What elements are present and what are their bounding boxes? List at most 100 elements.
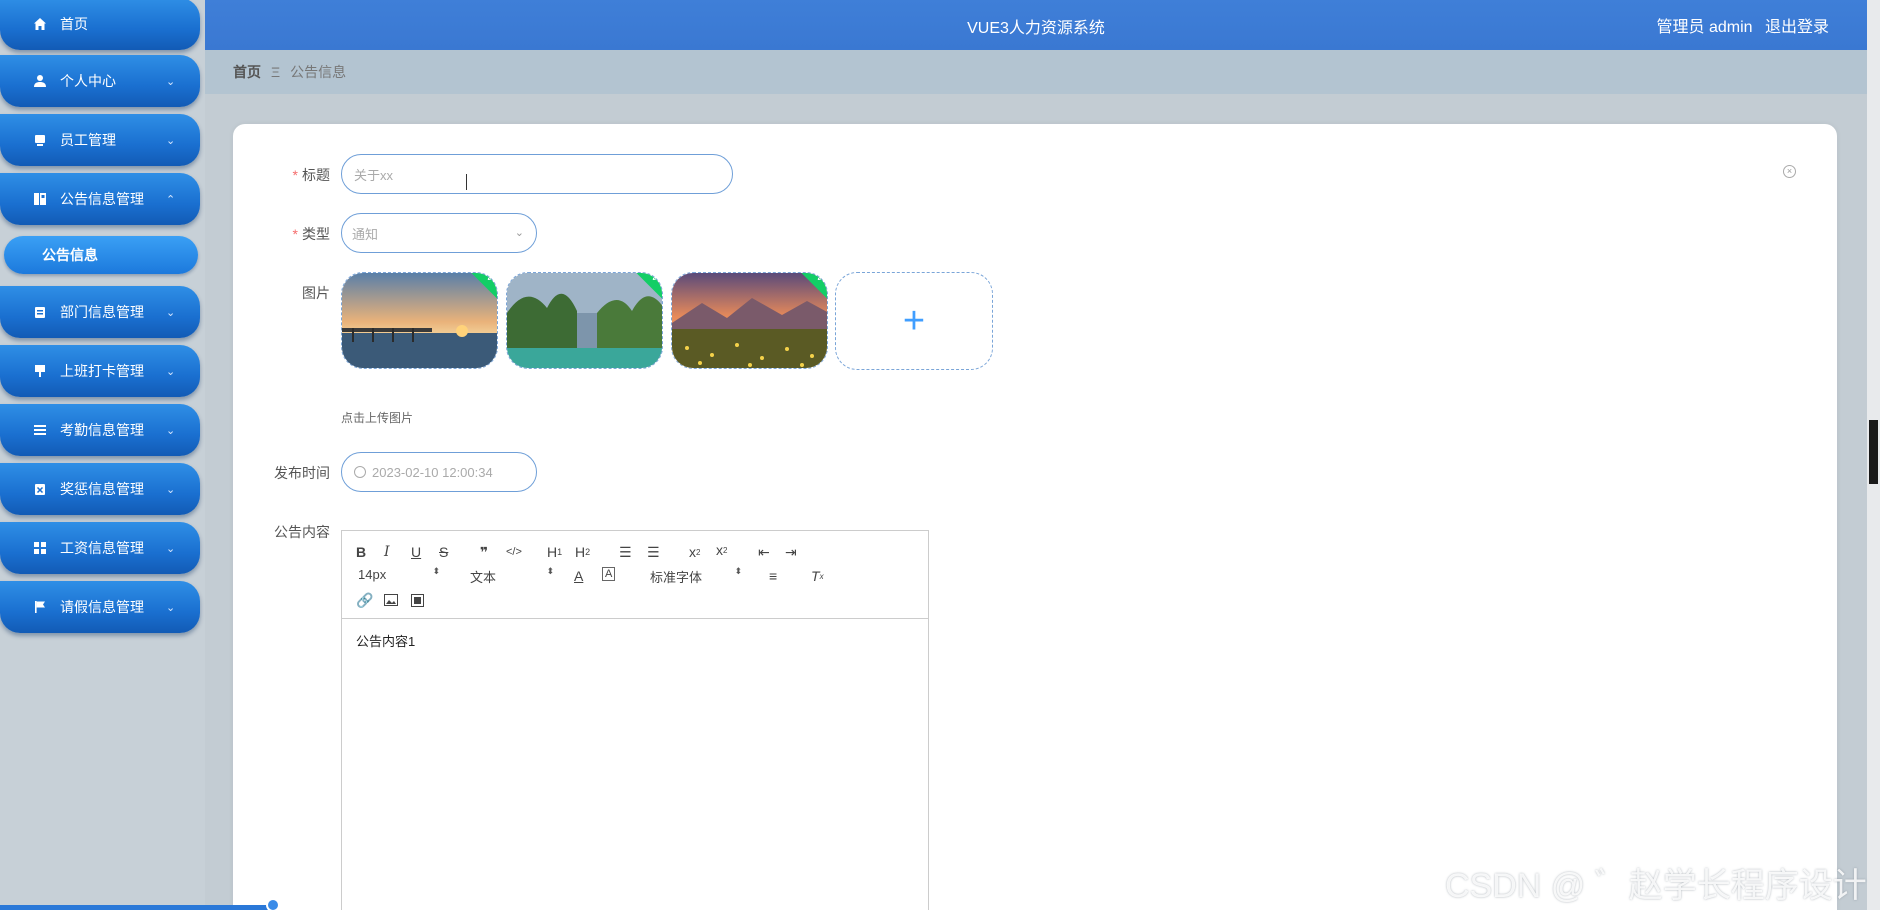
- user-area: 管理员 admin 退出登录: [1649, 13, 1830, 37]
- uploaded-image-1[interactable]: ✓: [341, 272, 498, 369]
- bold-icon[interactable]: B: [356, 543, 366, 561]
- font-size-select[interactable]: 14px ⬍: [358, 566, 440, 582]
- outdent-icon[interactable]: ⇤: [758, 543, 770, 561]
- breadcrumb-home[interactable]: 首页: [233, 62, 261, 82]
- content-label: 公告内容: [274, 524, 330, 540]
- type-select[interactable]: 通知 ⌄: [341, 213, 537, 253]
- flag-icon: [32, 599, 48, 615]
- stamp-icon: [32, 363, 48, 379]
- chevron-down-icon: ⌄: [514, 227, 524, 239]
- title-input[interactable]: 关于xx: [341, 154, 733, 194]
- blockquote-icon[interactable]: ❞: [480, 543, 488, 561]
- image-upload-button[interactable]: +: [835, 272, 993, 370]
- background-color-icon[interactable]: A: [602, 567, 616, 581]
- sidebar-item-reward[interactable]: 奖惩信息管理 ⌄: [0, 463, 200, 515]
- top-header: VUE3人力资源系统 管理员 admin 退出登录: [205, 0, 1867, 50]
- ordered-list-icon[interactable]: ☰: [619, 543, 632, 561]
- app-title: VUE3人力资源系统: [967, 20, 1105, 37]
- sidebar-item-label: 员工管理: [60, 132, 116, 148]
- sidebar-item-attendance[interactable]: 考勤信息管理 ⌄: [0, 404, 200, 456]
- link-icon[interactable]: 🔗: [356, 591, 373, 609]
- breadcrumb-current: 公告信息: [290, 64, 347, 80]
- sidebar-item-label: 工资信息管理: [60, 540, 144, 556]
- scrollbar-thumb[interactable]: [1869, 420, 1878, 484]
- type-label: * 类型: [292, 226, 330, 242]
- sidebar-item-label: 个人中心: [60, 73, 116, 89]
- sidebar-subitem-announcement[interactable]: 公告信息: [4, 236, 198, 274]
- list-icon: [32, 422, 48, 438]
- underline-icon[interactable]: U: [411, 543, 421, 561]
- home-icon: [32, 16, 48, 32]
- watermark: CSDN @ ゛赵学长程序设计: [1445, 867, 1867, 905]
- sidebar-item-leave[interactable]: 请假信息管理 ⌄: [0, 581, 200, 633]
- bullet-list-icon[interactable]: ☰: [647, 543, 660, 561]
- font-color-icon[interactable]: A: [574, 567, 583, 585]
- sidebar-item-label: 请假信息管理: [60, 599, 144, 615]
- clock-icon: [354, 466, 366, 478]
- chevron-down-icon: ⌄: [166, 542, 176, 555]
- progress-bar: [0, 905, 278, 910]
- sidebar-item-department[interactable]: 部门信息管理 ⌄: [0, 286, 200, 338]
- user-label: 管理员 admin: [1656, 19, 1753, 36]
- chevron-down-icon: ⌄: [166, 424, 176, 437]
- sidebar-item-salary[interactable]: 工资信息管理 ⌄: [0, 522, 200, 574]
- heading1-icon[interactable]: H1: [547, 543, 562, 561]
- sidebar-item-employee[interactable]: 员工管理 ⌄: [0, 114, 200, 166]
- sidebar-item-personal-center[interactable]: 个人中心 ⌄: [0, 55, 200, 107]
- breadcrumb-separator: Ξ: [271, 64, 281, 80]
- rich-text-editor: B I U S ❞ </> H1 H2 ☰ ☰ x2 x2 ⇤ ⇥ 14px ⬍ …: [341, 530, 929, 910]
- logout-button[interactable]: 退出登录: [1765, 19, 1829, 36]
- publish-time-input[interactable]: 2023-02-10 12:00:34: [341, 452, 537, 492]
- superscript-icon[interactable]: x2: [716, 541, 727, 559]
- close-icon[interactable]: ×: [1783, 165, 1796, 178]
- sidebar-item-label: 公告信息管理: [60, 191, 144, 207]
- sidebar: 首页 个人中心 ⌄ 员工管理 ⌄ 公告信息管理 ⌃ 公告信息 部门信息管理 ⌄ …: [0, 0, 205, 910]
- breadcrumb: 首页 Ξ 公告信息: [205, 50, 1867, 94]
- chevron-down-icon: ⌄: [166, 134, 176, 147]
- plus-icon: +: [902, 299, 926, 342]
- sidebar-item-label: 考勤信息管理: [60, 422, 144, 438]
- publish-time-label: 发布时间: [274, 465, 330, 481]
- sidebar-item-home[interactable]: 首页: [0, 0, 200, 50]
- chevron-down-icon: ⌄: [166, 75, 176, 88]
- clear-format-icon[interactable]: Tx: [811, 567, 824, 585]
- indent-icon[interactable]: ⇥: [785, 543, 797, 561]
- image-label: 图片: [302, 285, 330, 301]
- italic-icon[interactable]: I: [384, 543, 390, 561]
- paragraph-select[interactable]: 文本 ⬍: [470, 566, 554, 586]
- grid-icon: [32, 540, 48, 556]
- title-placeholder: 关于xx: [354, 167, 394, 183]
- chevron-down-icon: ⌄: [166, 365, 176, 378]
- chevron-down-icon: ⌄: [166, 601, 176, 614]
- sidebar-item-checkin[interactable]: 上班打卡管理 ⌄: [0, 345, 200, 397]
- code-icon[interactable]: </>: [506, 543, 522, 561]
- strikethrough-icon[interactable]: S: [439, 543, 448, 561]
- clipboard-icon: [32, 304, 48, 320]
- chevron-down-icon: ⌄: [166, 483, 176, 496]
- uploaded-image-2[interactable]: ✓: [506, 272, 663, 369]
- editor-content[interactable]: 公告内容1: [342, 619, 928, 662]
- subscript-icon[interactable]: x2: [689, 543, 700, 561]
- updown-arrow-icon: ⬍: [432, 566, 440, 576]
- sidebar-item-label: 首页: [60, 16, 88, 32]
- font-family-select[interactable]: 标准字体 ⬍: [650, 566, 742, 586]
- progress-handle[interactable]: [266, 898, 280, 910]
- book-icon: [32, 191, 48, 207]
- align-icon[interactable]: ≡: [769, 567, 777, 585]
- type-value: 通知: [352, 226, 379, 242]
- uploaded-image-3[interactable]: ✓: [671, 272, 828, 369]
- publish-time-value: 2023-02-10 12:00:34: [372, 464, 493, 480]
- updown-arrow-icon: ⬍: [546, 566, 554, 576]
- sidebar-item-announcement-mgmt[interactable]: 公告信息管理 ⌃: [0, 173, 200, 225]
- video-icon[interactable]: [411, 591, 424, 609]
- editor-toolbar: B I U S ❞ </> H1 H2 ☰ ☰ x2 x2 ⇤ ⇥ 14px ⬍ …: [342, 531, 928, 619]
- page-scrollbar[interactable]: [1867, 0, 1880, 910]
- monitor-icon: [32, 132, 48, 148]
- title-label: * 标题: [292, 167, 330, 183]
- sidebar-item-label: 奖惩信息管理: [60, 481, 144, 497]
- image-icon[interactable]: [384, 591, 398, 609]
- sidebar-item-label: 部门信息管理: [60, 304, 144, 320]
- badge-icon: [32, 481, 48, 497]
- upload-hint: 点击上传图片: [341, 411, 414, 425]
- heading2-icon[interactable]: H2: [575, 543, 590, 561]
